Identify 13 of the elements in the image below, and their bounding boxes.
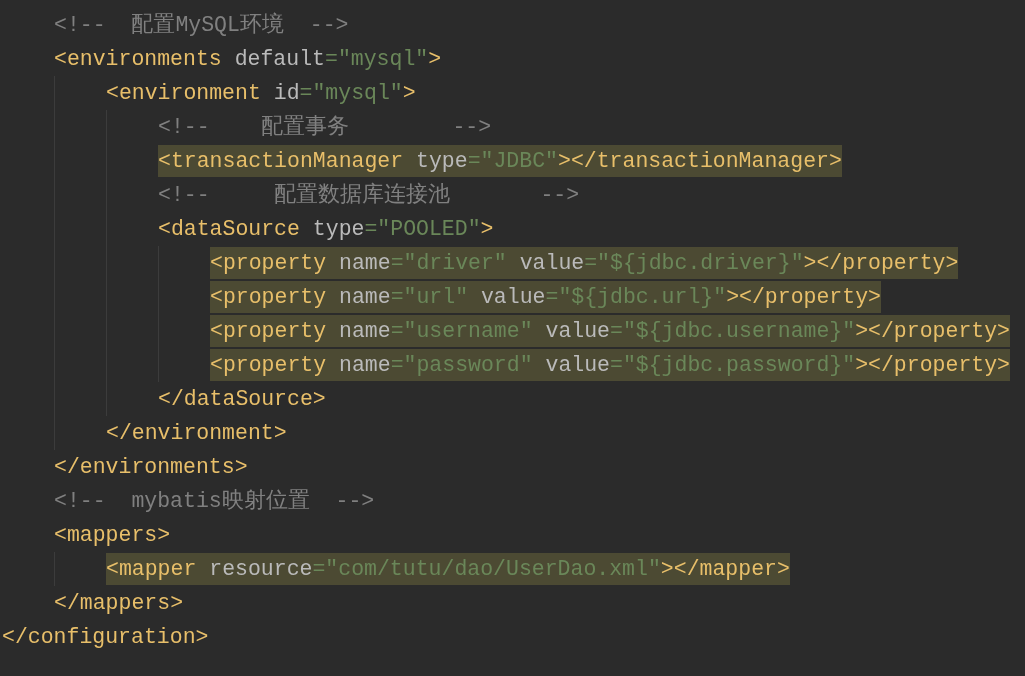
code-line: </mappers> — [54, 590, 184, 617]
code-line: <!-- mybatis映射位置 --> — [54, 488, 375, 515]
code-line: <dataSource type="POOLED"> — [158, 216, 494, 243]
code-line: <!-- 配置数据库连接池 --> — [158, 181, 580, 209]
code-line: </environment> — [106, 420, 287, 447]
code-line: <environments default="mysql"> — [54, 46, 442, 73]
code-line: <!-- 配置事务 --> — [158, 114, 492, 141]
code-line: <mappers> — [54, 522, 171, 549]
code-line: </configuration> — [2, 624, 209, 651]
code-line: <!-- 配置MySQL环境 --> — [54, 11, 349, 39]
code-line: </dataSource> — [158, 386, 326, 413]
code-line: <environment id="mysql"> — [106, 80, 416, 107]
code-line: </environments> — [54, 454, 248, 481]
